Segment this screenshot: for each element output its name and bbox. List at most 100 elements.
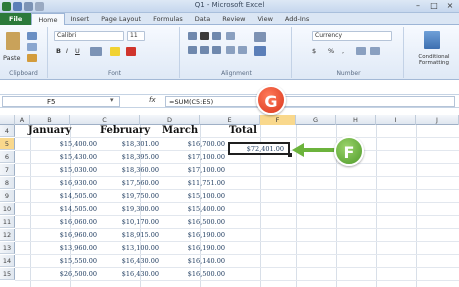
column-header-h[interactable]: H: [336, 115, 376, 125]
minimize-button[interactable]: –: [410, 0, 426, 12]
wrap-text-icon[interactable]: [254, 32, 266, 42]
decrease-indent-icon[interactable]: [226, 46, 235, 54]
align-top-icon[interactable]: [188, 32, 197, 40]
column-header-c[interactable]: C: [70, 115, 140, 125]
cell-c4-header[interactable]: January: [28, 125, 71, 137]
tab-insert[interactable]: Insert: [65, 13, 96, 25]
row-header-9[interactable]: 9: [0, 190, 15, 202]
tab-formulas[interactable]: Formulas: [147, 13, 189, 25]
align-right-icon[interactable]: [212, 46, 221, 54]
column-header-g[interactable]: G: [296, 115, 336, 125]
tab-home[interactable]: Home: [31, 13, 65, 25]
tab-data[interactable]: Data: [189, 13, 217, 25]
cell-e8[interactable]: $11,751.00: [162, 177, 228, 189]
cell-d15[interactable]: $16,430.00: [100, 268, 162, 280]
cell-c11[interactable]: $16,060.00: [30, 216, 100, 228]
cell-c13[interactable]: $13,960.00: [30, 242, 100, 254]
align-left-icon[interactable]: [188, 46, 197, 54]
format-painter-icon[interactable]: [27, 54, 37, 62]
cell-d9[interactable]: $19,750.00: [100, 190, 162, 202]
cell-d13[interactable]: $13,100.00: [100, 242, 162, 254]
cell-e5[interactable]: $16,700.00: [162, 138, 228, 150]
currency-button[interactable]: $: [312, 47, 316, 55]
cell-e13[interactable]: $16,190.00: [162, 242, 228, 254]
row-header-8[interactable]: 8: [0, 177, 15, 189]
row-header-10[interactable]: 10: [0, 203, 15, 215]
row-header-6[interactable]: 6: [0, 151, 15, 163]
cell-e15[interactable]: $16,500.00: [162, 268, 228, 280]
column-header-f[interactable]: F: [260, 115, 296, 125]
increase-indent-icon[interactable]: [238, 46, 247, 54]
cell-d4-header[interactable]: February: [100, 125, 150, 137]
row-header-13[interactable]: 13: [0, 242, 15, 254]
name-box[interactable]: F5: [2, 96, 120, 107]
cell-e14[interactable]: $16,140.00: [162, 255, 228, 267]
column-header-i[interactable]: I: [376, 115, 416, 125]
cell-e9[interactable]: $15,100.00: [162, 190, 228, 202]
increase-decimal-icon[interactable]: [356, 47, 366, 55]
row-header-5[interactable]: 5: [0, 138, 15, 150]
insert-function-button[interactable]: fx: [149, 96, 156, 104]
cell-d11[interactable]: $10,170.00: [100, 216, 162, 228]
align-bottom-icon[interactable]: [212, 32, 221, 40]
cell-c10[interactable]: $14,505.00: [30, 203, 100, 215]
maximize-button[interactable]: □: [426, 0, 442, 12]
row-header-15[interactable]: 15: [0, 268, 15, 280]
formula-input[interactable]: =SUM(C5:E5): [165, 96, 455, 107]
cut-icon[interactable]: [27, 32, 37, 40]
column-header-e[interactable]: E: [200, 115, 260, 125]
merge-center-icon[interactable]: [254, 46, 266, 56]
orientation-icon[interactable]: [226, 32, 235, 40]
conditional-formatting-button[interactable]: Conditional Formatting: [410, 54, 458, 66]
cell-c8[interactable]: $16,930.00: [30, 177, 100, 189]
font-color-icon[interactable]: [126, 47, 136, 56]
tab-review[interactable]: Review: [216, 13, 251, 25]
cell-c15[interactable]: $26,500.00: [30, 268, 100, 280]
cell-d5[interactable]: $18,301.00: [100, 138, 162, 150]
paste-button[interactable]: Paste: [3, 54, 21, 62]
cell-c7[interactable]: $15,030.00: [30, 164, 100, 176]
cell-f4-header[interactable]: Total: [229, 125, 257, 137]
tab-file[interactable]: File: [0, 13, 32, 25]
cell-c14[interactable]: $15,550.00: [30, 255, 100, 267]
fill-color-icon[interactable]: [110, 47, 120, 56]
column-header-a[interactable]: A: [15, 115, 30, 125]
tab-add-ins[interactable]: Add-Ins: [279, 13, 315, 25]
tab-page-layout[interactable]: Page Layout: [95, 13, 147, 25]
borders-icon[interactable]: [90, 47, 102, 56]
active-cell-f5[interactable]: $72,401.00: [228, 142, 290, 155]
copy-icon[interactable]: [27, 43, 37, 51]
conditional-formatting-icon[interactable]: [424, 31, 440, 49]
row-header-12[interactable]: 12: [0, 229, 15, 241]
cell-d7[interactable]: $18,360.00: [100, 164, 162, 176]
bold-button[interactable]: B: [56, 47, 61, 55]
row-header-4[interactable]: 4: [0, 125, 15, 137]
cell-d8[interactable]: $17,560.00: [100, 177, 162, 189]
comma-button[interactable]: ,: [342, 47, 344, 55]
cell-e12[interactable]: $16,190.00: [162, 229, 228, 241]
cell-d6[interactable]: $18,395.00: [100, 151, 162, 163]
cell-d14[interactable]: $16,430.00: [100, 255, 162, 267]
cell-e7[interactable]: $17,100.00: [162, 164, 228, 176]
decrease-decimal-icon[interactable]: [370, 47, 380, 55]
align-center-icon[interactable]: [200, 46, 209, 54]
row-header-14[interactable]: 14: [0, 255, 15, 267]
select-all-corner[interactable]: [0, 115, 15, 125]
cell-c6[interactable]: $15,430.00: [30, 151, 100, 163]
name-box-dropdown-icon[interactable]: ▾: [110, 96, 114, 104]
percent-button[interactable]: %: [328, 47, 334, 55]
cell-d10[interactable]: $19,300.00: [100, 203, 162, 215]
cell-c9[interactable]: $14,505.00: [30, 190, 100, 202]
cell-c12[interactable]: $16,960.00: [30, 229, 100, 241]
row-header-11[interactable]: 11: [0, 216, 15, 228]
column-header-d[interactable]: D: [140, 115, 200, 125]
tab-view[interactable]: View: [251, 13, 278, 25]
close-button[interactable]: ×: [442, 0, 458, 12]
cell-e4-header[interactable]: March: [162, 125, 198, 137]
paste-icon[interactable]: [6, 32, 20, 50]
cell-e10[interactable]: $15,400.00: [162, 203, 228, 215]
align-middle-icon[interactable]: [200, 32, 209, 40]
cell-d12[interactable]: $18,915.00: [100, 229, 162, 241]
underline-button[interactable]: U: [75, 47, 80, 55]
column-header-b[interactable]: B: [30, 115, 70, 125]
